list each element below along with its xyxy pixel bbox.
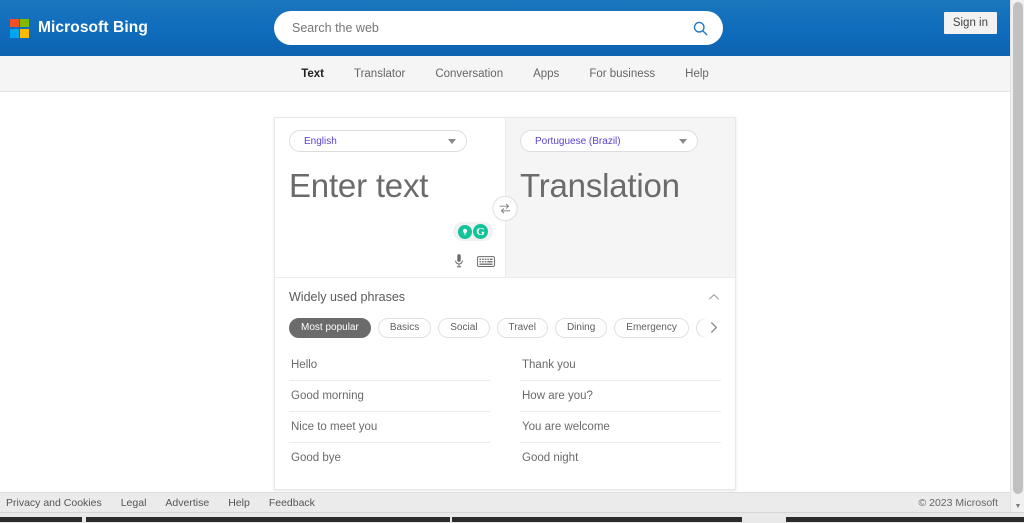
- keyboard-icon[interactable]: [477, 255, 495, 268]
- chevron-right-icon: [710, 322, 717, 333]
- footer-link-feedback[interactable]: Feedback: [269, 497, 315, 509]
- target-language-select[interactable]: Portuguese (Brazil): [520, 130, 698, 152]
- horizontal-scrollbar-thumb[interactable]: [452, 517, 742, 522]
- nav-item-translator[interactable]: Translator: [354, 68, 405, 80]
- search-box[interactable]: [274, 11, 723, 45]
- copyright-label: © 2023 Microsoft: [918, 496, 998, 509]
- list-item[interactable]: Nice to meet you: [289, 412, 490, 443]
- footer-links: Privacy and Cookies Legal Advertise Help…: [6, 497, 315, 509]
- phrases-section: Widely used phrases Most popular Basics …: [275, 278, 735, 489]
- sign-in-button[interactable]: Sign in: [943, 12, 997, 34]
- source-text-placeholder[interactable]: Enter text: [289, 169, 491, 202]
- phrase-list: Hello Thank you Good morning How are you…: [289, 350, 721, 473]
- chip-basics[interactable]: Basics: [377, 317, 432, 338]
- swap-languages-icon: [499, 203, 511, 214]
- list-item[interactable]: How are you?: [520, 381, 721, 412]
- source-pane: English Enter text G: [275, 118, 505, 277]
- horizontal-scrollbar-thumb[interactable]: [86, 517, 450, 522]
- list-item[interactable]: Good bye: [289, 443, 490, 473]
- search-icon: [693, 21, 707, 35]
- chip-dining[interactable]: Dining: [554, 317, 608, 338]
- source-language-select[interactable]: English: [289, 130, 467, 152]
- chip-emergency[interactable]: Emergency: [614, 317, 689, 338]
- microsoft-logo-icon: [10, 18, 29, 38]
- list-item[interactable]: Hello: [289, 350, 490, 381]
- list-item[interactable]: Thank you: [520, 350, 721, 381]
- scroll-down-icon[interactable]: ▼: [1011, 500, 1024, 512]
- target-text-placeholder: Translation: [520, 167, 680, 204]
- target-pane: Portuguese (Brazil) Translation: [505, 118, 735, 277]
- page-footer: Privacy and Cookies Legal Advertise Help…: [0, 492, 1010, 512]
- list-item[interactable]: Good morning: [289, 381, 490, 412]
- target-language-label: Portuguese (Brazil): [535, 135, 621, 147]
- horizontal-scrollbar-thumb[interactable]: [786, 517, 1024, 522]
- translator-panes: English Enter text G Portuguese (Brazil)…: [275, 118, 735, 278]
- nav-item-apps[interactable]: Apps: [533, 68, 559, 80]
- nav-item-text[interactable]: Text: [301, 68, 324, 80]
- search-input[interactable]: [274, 21, 677, 35]
- phrases-header[interactable]: Widely used phrases: [289, 290, 721, 304]
- lightbulb-icon: [458, 224, 472, 239]
- microphone-icon[interactable]: [453, 253, 465, 269]
- bing-header: Microsoft Bing Sign in: [0, 0, 1010, 56]
- footer-link-advertise[interactable]: Advertise: [165, 497, 209, 509]
- browser-viewport: Microsoft Bing Sign in Text Translator C…: [0, 0, 1024, 523]
- brand-label: Microsoft Bing: [38, 19, 148, 36]
- list-item[interactable]: Good night: [520, 443, 721, 473]
- nav-item-help[interactable]: Help: [685, 68, 709, 80]
- search-button[interactable]: [677, 11, 723, 45]
- footer-link-help[interactable]: Help: [228, 497, 250, 509]
- chip-travel[interactable]: Travel: [496, 317, 548, 338]
- translator-nav: Text Translator Conversation Apps For bu…: [0, 56, 1010, 92]
- source-language-label: English: [304, 135, 337, 147]
- footer-link-legal[interactable]: Legal: [121, 497, 147, 509]
- vertical-scrollbar[interactable]: ▲ ▼: [1010, 0, 1024, 512]
- chevron-down-icon: [448, 138, 456, 144]
- chips-next-button[interactable]: [699, 317, 721, 338]
- phrase-category-chips: Most popular Basics Social Travel Dining…: [289, 317, 721, 338]
- bing-brand[interactable]: Microsoft Bing: [10, 18, 148, 38]
- source-input-tools: [453, 253, 495, 269]
- chevron-up-icon[interactable]: [707, 290, 721, 304]
- chevron-down-icon: [679, 138, 687, 144]
- grammarly-g-icon: G: [473, 224, 488, 239]
- vertical-scrollbar-thumb[interactable]: [1013, 2, 1023, 494]
- horizontal-scrollbar-thumb[interactable]: [0, 517, 82, 522]
- page-content: Microsoft Bing Sign in Text Translator C…: [0, 0, 1010, 512]
- horizontal-scrollbar[interactable]: [0, 512, 1024, 523]
- translator-card: English Enter text G Portuguese (Brazil)…: [274, 117, 736, 490]
- list-item[interactable]: You are welcome: [520, 412, 721, 443]
- phrases-title: Widely used phrases: [289, 290, 406, 304]
- chip-most-popular[interactable]: Most popular: [289, 317, 371, 338]
- grammarly-badge[interactable]: G: [453, 222, 493, 241]
- footer-link-privacy[interactable]: Privacy and Cookies: [6, 497, 102, 509]
- nav-item-for-business[interactable]: For business: [589, 68, 655, 80]
- nav-item-conversation[interactable]: Conversation: [435, 68, 503, 80]
- main-content: English Enter text G Portuguese (Brazil)…: [0, 92, 1010, 492]
- chip-social[interactable]: Social: [438, 317, 490, 338]
- swap-languages-button[interactable]: [492, 196, 518, 221]
